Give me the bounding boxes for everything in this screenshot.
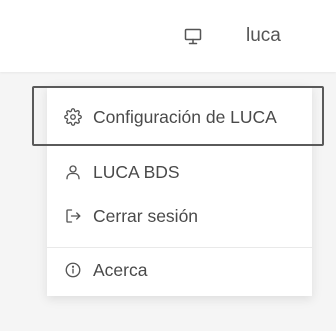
menu-item-luca-bds[interactable]: LUCA BDS: [47, 152, 312, 192]
menu-divider: [47, 247, 312, 248]
menu-item-logout[interactable]: Cerrar sesión: [47, 196, 312, 236]
user-menu-button[interactable]: luca: [246, 24, 281, 48]
menu-item-label: Acerca: [93, 259, 148, 280]
menu-item-settings[interactable]: Configuración de LUCA: [47, 97, 312, 137]
menu-item-label: Configuración de LUCA: [93, 106, 277, 127]
logout-icon: [64, 207, 82, 225]
menu-item-label: LUCA BDS: [93, 161, 180, 182]
gear-icon: [64, 108, 82, 126]
user-dropdown-menu: Configuración de LUCA LUCA BDS Cerrar se…: [47, 86, 312, 296]
menu-item-label: Cerrar sesión: [93, 205, 199, 226]
user-icon: [64, 163, 82, 181]
menu-item-about[interactable]: Acerca: [47, 250, 312, 290]
display-mode-button[interactable]: [182, 25, 204, 47]
info-icon: [64, 261, 82, 279]
top-bar: luca: [0, 0, 336, 72]
monitor-icon: [184, 28, 202, 44]
